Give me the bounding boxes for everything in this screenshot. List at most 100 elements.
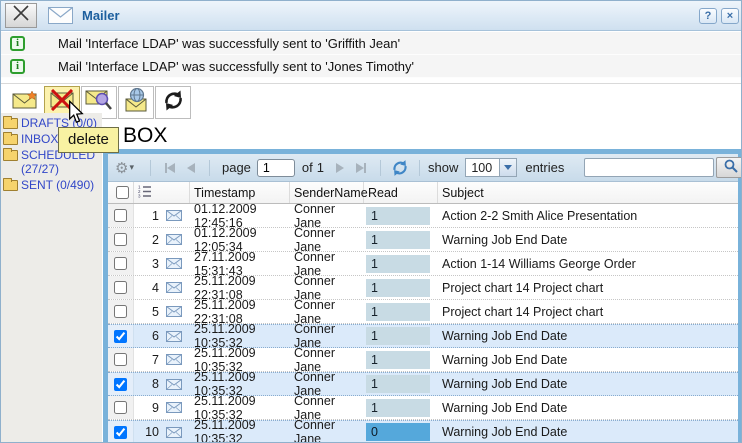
row-checkbox[interactable] [114,233,127,246]
row-checkbox[interactable] [114,257,127,270]
folder-sidebar: DRAFTS (0/0)INBOX (8SCHEDULED (27/27)SEN… [1,113,102,442]
column-header-subject[interactable]: Subject [438,182,738,203]
row-checkbox[interactable] [114,401,127,414]
show-label: show [428,160,458,175]
row-checkbox-cell [108,204,134,227]
cell-read: 1 [364,300,438,323]
table-row[interactable]: 1025.11.2009 10:35:32Conner Jane0Warning… [108,420,738,443]
read-value: 1 [366,399,430,417]
row-checkbox-cell [108,228,134,251]
row-checkbox[interactable] [114,426,127,439]
cell-sender: Conner Jane [290,300,364,323]
new-mail-icon [12,91,38,114]
column-header-sendername[interactable]: SenderName [290,182,364,203]
window-x-button[interactable] [5,3,37,28]
cell-timestamp: 25.11.2009 22:31:08 [190,300,290,323]
row-checkbox-cell [108,348,134,371]
cell-read: 1 [364,228,438,251]
row-checkbox[interactable] [114,281,127,294]
row-number: 2 [134,228,166,251]
cell-read: 1 [364,325,438,347]
table-row[interactable]: 925.11.2009 10:35:32Conner Jane1Warning … [108,396,738,420]
gear-caret-icon[interactable]: ▾ [129,162,134,173]
cell-read: 1 [364,276,438,299]
cell-subject: Action 2-2 Smith Alice Presentation [438,204,738,227]
page-number-input[interactable] [257,159,295,177]
table-row[interactable]: 327.11.2009 15:31:43Conner Jane1Action 1… [108,252,738,276]
row-checkbox[interactable] [114,209,127,222]
cell-timestamp: 27.11.2009 15:31:43 [190,252,290,275]
numbered-sort-icon: 123 [138,184,152,201]
cell-sender: Conner Jane [290,204,364,227]
mail-table-body: 101.12.2009 12:45:16Conner Jane1Action 2… [108,204,738,443]
select-all-checkbox[interactable] [116,186,129,199]
close-button[interactable]: × [721,8,739,24]
column-header-timestamp[interactable]: Timestamp [190,182,290,203]
info-icon: i [10,59,25,74]
table-row[interactable]: 725.11.2009 10:35:32Conner Jane1Warning … [108,348,738,372]
table-row[interactable]: 625.11.2009 10:35:32Conner Jane1Warning … [108,324,738,348]
cell-subject: Warning Job End Date [438,373,738,395]
read-value: 1 [366,303,430,321]
help-button[interactable]: ? [699,8,717,24]
cell-subject: Project chart 14 Project chart [438,300,738,323]
mail-icon-cell [166,421,190,443]
table-row[interactable]: 825.11.2009 10:35:32Conner Jane1Warning … [108,372,738,396]
read-value: 1 [366,255,430,273]
cell-subject: Warning Job End Date [438,228,738,251]
read-value: 1 [366,327,430,345]
cell-timestamp: 01.12.2009 12:05:34 [190,228,290,251]
row-number: 9 [134,396,166,419]
next-page-button[interactable] [336,163,344,173]
x-icon [11,4,31,27]
row-checkbox-cell [108,276,134,299]
mailer-app-icon [48,7,73,24]
row-checkbox[interactable] [114,330,127,343]
row-checkbox[interactable] [114,305,127,318]
row-checkbox-cell [108,373,134,395]
cell-sender: Conner Jane [290,348,364,371]
sort-order-cell[interactable]: 123 [134,182,190,203]
row-number: 10 [134,421,166,443]
row-checkbox[interactable] [114,353,127,366]
first-page-button[interactable] [165,163,175,173]
mail-icon [166,282,182,293]
read-value: 1 [366,207,430,225]
row-number: 4 [134,276,166,299]
table-row[interactable]: 201.12.2009 12:05:34Conner Jane1Warning … [108,228,738,252]
column-header-read[interactable]: Read [364,182,438,203]
last-page-button[interactable] [356,163,366,173]
cell-timestamp: 25.11.2009 10:35:32 [190,348,290,371]
row-checkbox-cell [108,421,134,443]
pagination-bar: ⚙ ▾ page of 1 show 100 entries [108,154,738,182]
send-mail-button[interactable] [118,86,154,119]
table-row[interactable]: 101.12.2009 12:45:16Conner Jane1Action 2… [108,204,738,228]
row-checkbox[interactable] [114,378,127,391]
gear-icon[interactable]: ⚙ [115,159,128,177]
entries-per-page-select[interactable]: 100 [465,158,517,177]
cell-subject: Project chart 14 Project chart [438,276,738,299]
notification-text: Mail 'Interface LDAP' was successfully s… [58,59,414,74]
refresh-button[interactable] [155,86,191,119]
select-all-cell [108,182,134,203]
search-input[interactable] [584,158,714,177]
sidebar-folder[interactable]: SENT (0/490) [1,177,102,193]
mail-icon-cell [166,373,190,395]
mail-icon [166,402,182,413]
page-label: page [222,160,251,175]
mail-icon-cell [166,325,190,347]
search-icon [724,159,738,176]
table-row[interactable]: 425.11.2009 22:31:08Conner Jane1Project … [108,276,738,300]
read-value: 1 [366,231,430,249]
mail-icon [166,331,182,342]
cell-timestamp: 25.11.2009 22:31:08 [190,276,290,299]
table-refresh-icon[interactable] [391,159,409,177]
table-row[interactable]: 5 25.11.2009 22:31:08Conner Jane1 Project … [108,300,738,324]
search-button[interactable] [716,157,742,178]
mail-icon [166,258,182,269]
previous-page-button[interactable] [187,163,195,173]
mail-icon-cell [166,252,190,275]
row-number: 5 [134,300,166,323]
read-value: 1 [366,279,430,297]
mail-toolbar [1,86,742,123]
